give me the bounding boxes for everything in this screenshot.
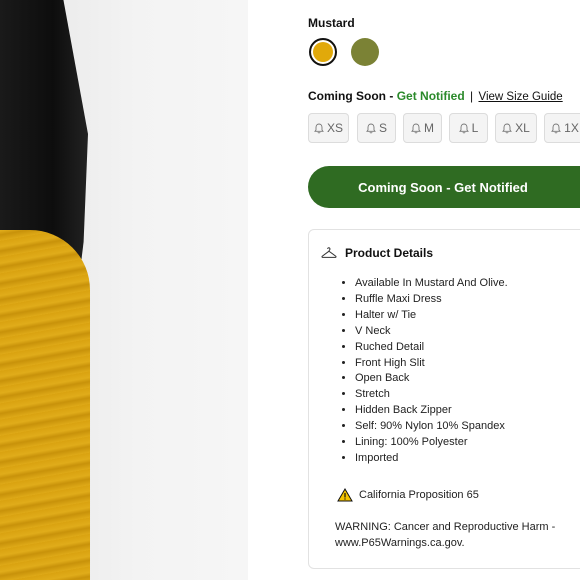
warning-triangle-icon <box>337 488 353 502</box>
product-details-card: Product Details Available In Mustard And… <box>308 229 580 569</box>
availability-separator: - <box>389 89 394 103</box>
list-item: Imported <box>355 451 508 467</box>
bell-icon <box>458 123 469 133</box>
swatch-mustard[interactable] <box>309 38 337 66</box>
product-info-panel: Mustard Coming Soon - Get Notified | Vie… <box>308 0 580 580</box>
size-button-1x[interactable]: 1X <box>544 113 580 143</box>
size-button-xl[interactable]: XL <box>495 113 537 143</box>
size-button-l[interactable]: L <box>449 113 488 143</box>
bell-icon <box>411 123 421 133</box>
list-item: Hidden Back Zipper <box>355 403 508 419</box>
prop65-heading: California Proposition 65 <box>337 488 479 502</box>
list-item: Stretch <box>355 387 508 403</box>
size-button-s[interactable]: S <box>357 113 396 143</box>
get-notified-link[interactable]: Get Notified <box>397 89 465 103</box>
size-label: S <box>378 121 387 135</box>
bell-icon <box>366 123 376 133</box>
size-button-m[interactable]: M <box>403 113 442 143</box>
prop65-title: California Proposition 65 <box>359 489 479 501</box>
size-label: XS <box>326 121 343 135</box>
availability-status: Coming Soon <box>308 89 386 103</box>
list-item: Open Back <box>355 371 508 387</box>
list-item: Ruched Detail <box>355 340 508 356</box>
list-item: Lining: 100% Polyester <box>355 435 508 451</box>
list-item: Front High Slit <box>355 356 508 372</box>
size-selector: XS S M L XL 1X <box>308 113 580 143</box>
link-divider: | <box>470 89 474 103</box>
hanger-icon <box>321 247 337 258</box>
size-label: M <box>424 121 434 135</box>
list-item: Ruffle Maxi Dress <box>355 292 508 308</box>
size-label: XL <box>515 121 530 135</box>
list-item: Available In Mustard And Olive. <box>355 276 508 292</box>
bell-icon <box>551 123 562 133</box>
bell-icon <box>502 123 513 133</box>
bell-icon <box>314 123 324 133</box>
get-notified-button[interactable]: Coming Soon - Get Notified <box>308 166 580 208</box>
mustard-dress <box>0 230 90 580</box>
availability-line: Coming Soon - Get Notified | View Size G… <box>308 89 563 103</box>
swatch-olive[interactable] <box>351 38 379 66</box>
prop65-warning-text: WARNING: Cancer and Reproductive Harm - … <box>335 521 556 549</box>
size-button-xs[interactable]: XS <box>308 113 349 143</box>
size-label: L <box>471 121 479 135</box>
list-item: V Neck <box>355 324 508 340</box>
product-details-title: Product Details <box>345 246 434 260</box>
list-item: Self: 90% Nylon 10% Spandex <box>355 419 508 435</box>
product-photo <box>0 0 248 580</box>
size-label: 1X <box>564 121 579 135</box>
size-guide-link[interactable]: View Size Guide <box>479 91 563 103</box>
feature-list: Available In Mustard And Olive. Ruffle M… <box>337 276 508 467</box>
list-item: Halter w/ Tie <box>355 308 508 324</box>
product-details-header: Product Details <box>321 246 433 260</box>
selected-color-label: Mustard <box>308 16 355 30</box>
